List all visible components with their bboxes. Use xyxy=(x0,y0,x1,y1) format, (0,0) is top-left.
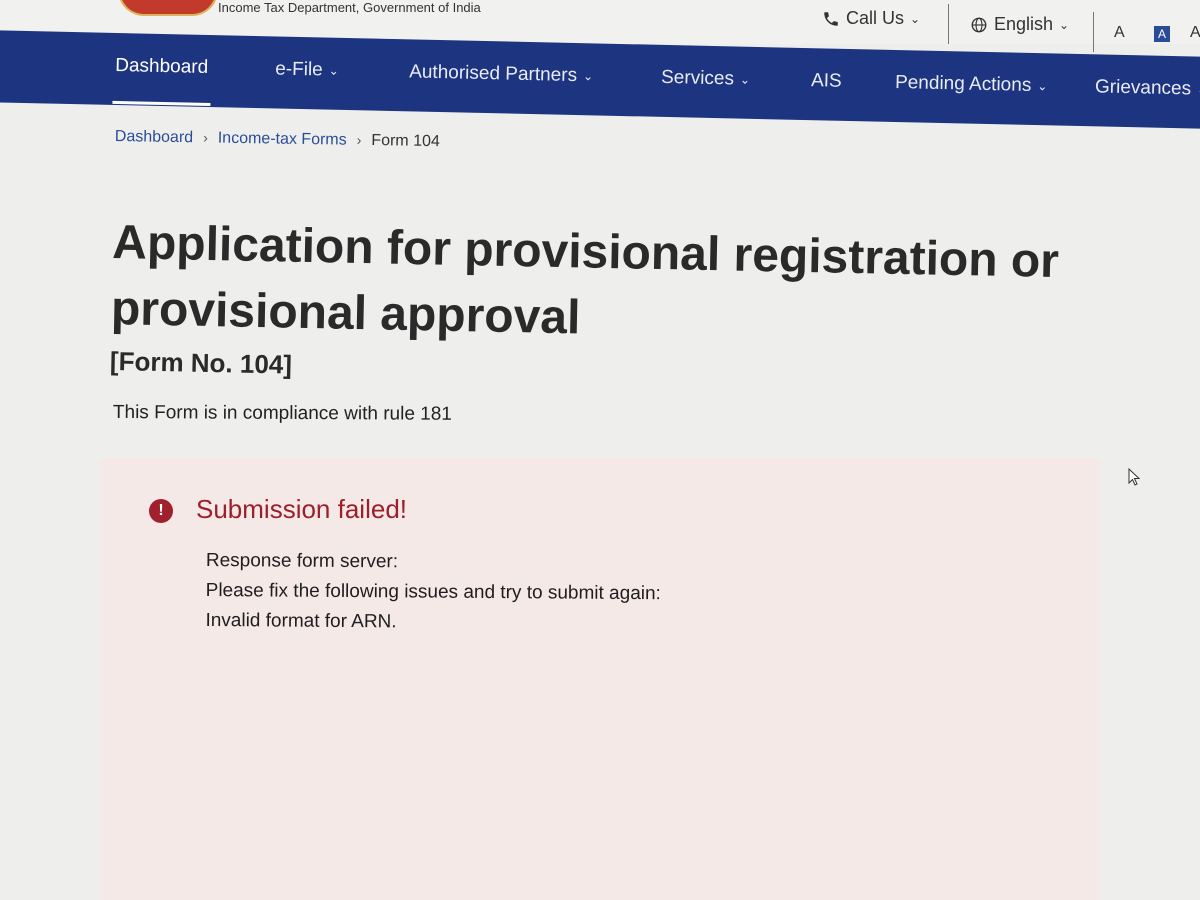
nav-label: Grievances xyxy=(1094,76,1192,100)
chevron-down-icon: ⌄ xyxy=(328,63,339,78)
error-title: Submission failed! xyxy=(196,494,407,524)
chevron-down-icon: ⌄ xyxy=(1037,79,1048,94)
error-message: Response form server: Please fix the fol… xyxy=(205,546,661,639)
mouse-cursor-icon xyxy=(1128,468,1140,486)
title-block: Application for provisional registration… xyxy=(110,210,1073,396)
error-alert-icon: ! xyxy=(149,499,173,523)
nav-label: Dashboard xyxy=(115,54,209,78)
nav-pending-actions[interactable]: Pending Actions ⌄ xyxy=(895,72,1048,97)
nav-label: Pending Actions xyxy=(894,71,1032,96)
chevron-down-icon: ⌄ xyxy=(1059,17,1070,32)
nav-services[interactable]: Services ⌄ xyxy=(661,67,750,91)
error-line-response: Response form server: xyxy=(205,549,399,573)
page-title: Application for provisional registration… xyxy=(110,215,1060,345)
nav-label: AIS xyxy=(810,70,842,92)
nav-dashboard[interactable]: Dashboard xyxy=(115,55,208,79)
nav-ais[interactable]: AIS xyxy=(811,70,842,93)
font-decrease-button[interactable]: A xyxy=(1114,24,1125,42)
phone-icon xyxy=(824,11,838,26)
department-name: Income Tax Department, Government of Ind… xyxy=(218,0,481,15)
breadcrumb-current: Form 104 xyxy=(371,132,440,151)
font-increase-button[interactable]: A xyxy=(1190,24,1200,42)
nav-authorised-partners[interactable]: Authorised Partners ⌄ xyxy=(409,61,593,87)
compliance-note: This Form is in compliance with rule 181 xyxy=(112,402,452,425)
chevron-right-icon: › xyxy=(356,131,362,148)
header-divider xyxy=(948,4,949,44)
error-line-instruction: Please fix the following issues and try … xyxy=(205,579,661,605)
language-selector[interactable]: English ⌄ xyxy=(970,14,1069,35)
chevron-right-icon: › xyxy=(203,129,208,146)
call-us-label: Call Us xyxy=(846,8,905,28)
nav-label: Services xyxy=(660,66,735,90)
chevron-down-icon: ⌄ xyxy=(582,69,594,84)
globe-icon xyxy=(971,17,987,32)
nav-label: Authorised Partners xyxy=(408,61,578,87)
error-line-detail: Invalid format for ARN. xyxy=(205,609,397,633)
main-nav: Dashboard e-File ⌄ Authorised Partners ⌄ S… xyxy=(0,30,1200,130)
breadcrumb: Dashboard › Income-tax Forms › Form 104 xyxy=(115,128,440,151)
breadcrumb-dashboard[interactable]: Dashboard xyxy=(115,128,194,146)
active-indicator xyxy=(112,100,211,107)
nav-label: e-File xyxy=(274,58,323,81)
header-divider xyxy=(1093,12,1094,52)
nav-efile[interactable]: e-File ⌄ xyxy=(275,58,339,81)
breadcrumb-income-tax-forms[interactable]: Income-tax Forms xyxy=(218,130,347,149)
font-normal-button[interactable]: A xyxy=(1154,26,1170,42)
emblem-logo xyxy=(118,0,218,16)
call-us-button[interactable]: Call Us ⌄ xyxy=(822,8,920,29)
chevron-down-icon: ⌄ xyxy=(910,11,921,26)
chevron-down-icon: ⌄ xyxy=(739,72,751,87)
language-label: English xyxy=(994,14,1054,34)
nav-grievances[interactable]: Grievances ⌄ xyxy=(1095,76,1200,100)
